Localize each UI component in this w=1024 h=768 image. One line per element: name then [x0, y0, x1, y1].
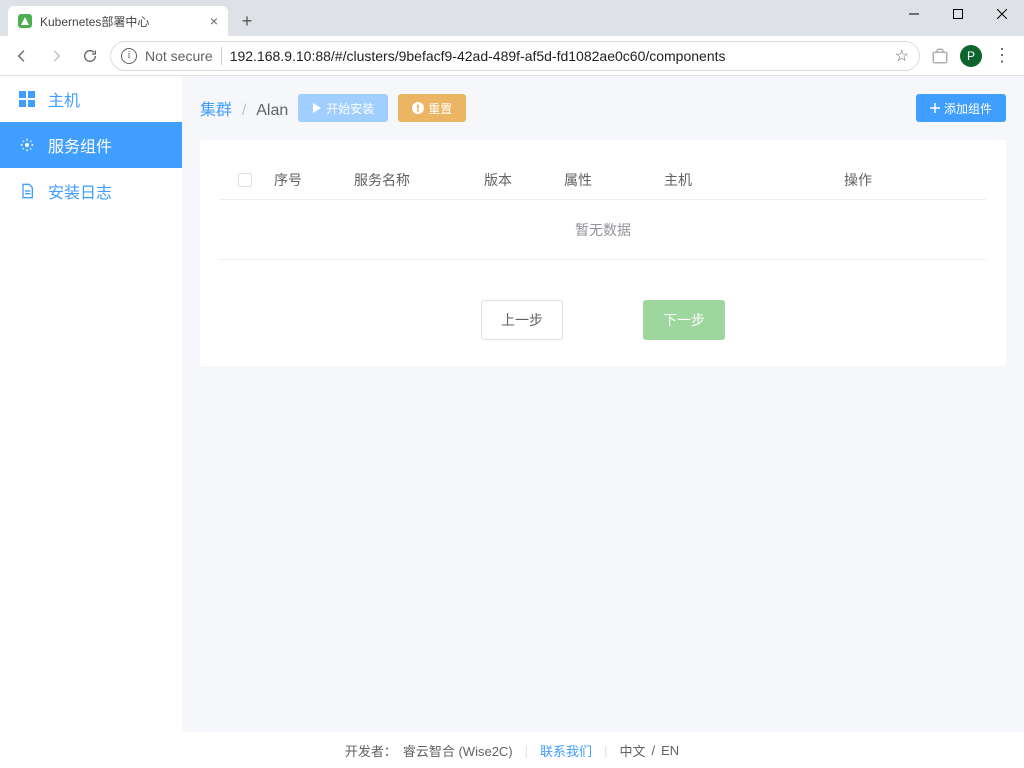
lang-slash: /	[651, 743, 655, 758]
select-all-checkbox[interactable]	[238, 173, 252, 187]
contact-link[interactable]: 联系我们	[540, 741, 592, 760]
tab-title: Kubernetes部署中心	[40, 13, 149, 30]
new-tab-button[interactable]: +	[234, 8, 260, 34]
forward-button[interactable]	[42, 42, 70, 70]
breadcrumb-root[interactable]: 集群	[200, 102, 232, 119]
button-label: 添加组件	[944, 100, 992, 117]
window-minimize-button[interactable]	[892, 0, 936, 28]
browser-toolbar: i Not secure 192.168.9.10:88/#/clusters/…	[0, 36, 1024, 76]
table-header-row: 序号 服务名称 版本 属性 主机 操作	[220, 160, 986, 200]
col-host: 主机	[660, 170, 840, 190]
window-maximize-button[interactable]	[936, 0, 980, 28]
not-secure-label: Not secure	[145, 48, 213, 64]
favicon-icon	[18, 14, 32, 28]
sidebar-item-label: 服务组件	[48, 133, 112, 157]
warning-icon	[412, 102, 424, 114]
address-bar[interactable]: i Not secure 192.168.9.10:88/#/clusters/…	[110, 41, 920, 71]
extension-icon[interactable]	[926, 42, 954, 70]
sidebar-item-components[interactable]: 服务组件	[0, 122, 182, 168]
site-info-icon[interactable]: i	[121, 48, 137, 64]
col-service-name: 服务名称	[350, 170, 480, 190]
omnibox-separator	[221, 47, 222, 65]
col-operation: 操作	[840, 170, 986, 190]
breadcrumb-separator: /	[242, 102, 246, 119]
empty-text: 暂无数据	[575, 220, 631, 240]
top-toolbar: 集群 / Alan 开始安装 重置 添加组件	[200, 94, 1006, 122]
profile-avatar[interactable]: P	[960, 45, 982, 67]
close-tab-icon[interactable]: ×	[210, 13, 218, 29]
window-close-button[interactable]	[980, 0, 1024, 28]
lang-zh[interactable]: 中文	[619, 741, 645, 760]
breadcrumb: 集群 / Alan	[200, 96, 288, 120]
developer-name: 睿云智合 (Wise2C)	[403, 741, 513, 760]
sidebar: 主机 服务组件 安装日志	[0, 76, 182, 732]
col-version: 版本	[480, 170, 560, 190]
reset-button[interactable]: 重置	[398, 94, 466, 122]
components-panel: 序号 服务名称 版本 属性 主机 操作 暂无数据 上一步 下一	[200, 140, 1006, 366]
back-button[interactable]	[8, 42, 36, 70]
hosts-icon	[18, 90, 36, 108]
components-table: 序号 服务名称 版本 属性 主机 操作 暂无数据	[220, 160, 986, 260]
sidebar-item-label: 安装日志	[48, 179, 112, 203]
browser-menu-button[interactable]: ⋮	[988, 42, 1016, 70]
bookmark-star-icon[interactable]: ☆	[895, 46, 909, 66]
empty-state: 暂无数据	[220, 200, 986, 260]
browser-tab[interactable]: Kubernetes部署中心 ×	[8, 6, 228, 36]
prev-step-button[interactable]: 上一步	[481, 300, 563, 340]
footer-separator: |	[604, 743, 607, 758]
developer-label: 开发者：	[345, 741, 397, 760]
next-step-button[interactable]: 下一步	[643, 300, 725, 340]
footer-separator: |	[525, 743, 528, 758]
lang-en[interactable]: EN	[661, 743, 679, 758]
components-icon	[18, 136, 36, 154]
sidebar-item-hosts[interactable]: 主机	[0, 76, 182, 122]
button-label: 重置	[428, 100, 452, 117]
button-label: 开始安装	[326, 100, 374, 117]
avatar-letter: P	[967, 49, 975, 63]
play-icon	[312, 103, 322, 113]
sidebar-item-install-log[interactable]: 安装日志	[0, 168, 182, 214]
url-text: 192.168.9.10:88/#/clusters/9befacf9-42ad…	[230, 48, 726, 64]
start-install-button[interactable]: 开始安装	[298, 94, 388, 122]
col-index: 序号	[270, 170, 350, 190]
plus-icon	[930, 103, 940, 113]
footer: 开发者： 睿云智合 (Wise2C) | 联系我们 | 中文 / EN	[0, 732, 1024, 768]
breadcrumb-current: Alan	[256, 102, 288, 119]
browser-titlebar: Kubernetes部署中心 × +	[0, 0, 1024, 36]
log-icon	[18, 182, 36, 200]
col-attribute: 属性	[560, 170, 660, 190]
reload-button[interactable]	[76, 42, 104, 70]
add-component-button[interactable]: 添加组件	[916, 94, 1006, 122]
sidebar-item-label: 主机	[48, 87, 80, 111]
